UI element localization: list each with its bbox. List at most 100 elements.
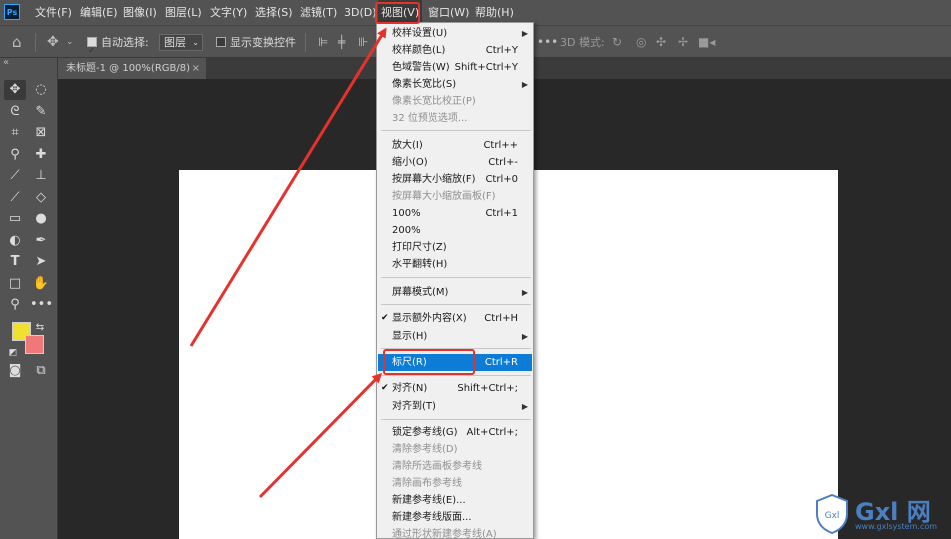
default-colors-icon[interactable]: ◩ [6, 343, 20, 363]
crop-tool-icon[interactable]: ⌗ [4, 123, 26, 143]
layer-dropdown-value: 图层 [164, 36, 186, 49]
menu-item-lock-guides[interactable]: 锁定参考线(G) Alt+Ctrl+; [378, 424, 532, 441]
menu-item-zoom-in[interactable]: 放大(I) Ctrl++ [378, 137, 532, 154]
menu-select[interactable]: 选择(S) [255, 0, 293, 25]
menu-item-200-percent[interactable]: 200% [378, 222, 532, 239]
tools-panel: « ✥ ◌ ᘓ ✎ ⌗ ⊠ ⚲ ✚ ⟋ ⊥ ⟋ ◇ ▭ ● ◐ ✒ T ➤ □ … [0, 58, 58, 539]
menu-item-pixel-aspect-correction: 像素长宽比校正(P) [392, 96, 476, 107]
menu-item-proof-setup[interactable]: 校样设置(U) ▶ [378, 25, 532, 42]
menu-image[interactable]: 图像(I) [123, 0, 157, 25]
screen-mode-icon[interactable]: ⧉ [30, 361, 52, 381]
type-tool-icon[interactable]: T [4, 252, 26, 272]
quick-mask-icon[interactable]: ◙ [4, 361, 26, 381]
menu-item-show[interactable]: 显示(H) ▶ [378, 328, 532, 345]
menu-item-fit-on-screen[interactable]: 按屏幕大小缩放(F) Ctrl+0 [378, 171, 532, 188]
menu-item-32bit-preview: 32 位预览选项... [392, 113, 468, 124]
menu-item-clear-canvas-guides: 清除画布参考线 [392, 478, 462, 489]
photoshop-logo: Ps [4, 4, 20, 20]
quick-select-tool-icon[interactable]: ✎ [30, 102, 52, 122]
menu-item-100-percent[interactable]: 100% Ctrl+1 [378, 205, 532, 222]
menu-item-new-guide[interactable]: 新建参考线(E)... [378, 492, 532, 509]
menu-item-pixel-aspect-ratio[interactable]: 像素长宽比(S) ▶ [378, 76, 532, 93]
blur-tool-icon[interactable]: ● [30, 209, 52, 229]
svg-text:Gxl: Gxl [825, 511, 840, 521]
healing-brush-tool-icon[interactable]: ✚ [30, 145, 52, 165]
align-left-icon[interactable]: ⊫ [318, 26, 328, 59]
menu-layer[interactable]: 图层(L) [165, 0, 202, 25]
lasso-tool-icon[interactable]: ᘓ [4, 102, 26, 122]
3d-orbit-icon[interactable]: ↻ [612, 26, 622, 59]
shield-logo-icon: Gxl [816, 494, 848, 534]
hand-tool-icon[interactable]: ✋ [30, 274, 52, 294]
pen-tool-icon[interactable]: ✒ [30, 231, 52, 251]
auto-select-checkbox[interactable]: 自动选择: [87, 26, 149, 68]
marquee-tool-icon[interactable]: ◌ [30, 80, 52, 100]
menu-item-zoom-out[interactable]: 缩小(O) Ctrl+- [378, 154, 532, 171]
checkmark-icon: ✔ [381, 383, 389, 393]
menu-item-gamut-warning[interactable]: 色域警告(W) Shift+Ctrl+Y [378, 59, 532, 76]
3d-roll-icon[interactable]: ◎ [636, 26, 646, 59]
menu-separator [381, 304, 531, 305]
frame-tool-icon[interactable]: ⊠ [30, 123, 52, 143]
show-transform-checkbox[interactable]: 显示变换控件 [216, 26, 296, 59]
move-tool-icon[interactable]: ✥ [47, 26, 59, 59]
3d-slide-icon[interactable]: ✢ [678, 26, 688, 59]
menu-3d[interactable]: 3D(D) [344, 0, 377, 25]
checkmark-icon: ✔ [381, 313, 389, 323]
3d-mode-label: 3D 模式: [560, 36, 605, 49]
eraser-tool-icon[interactable]: ◇ [30, 188, 52, 208]
brush-tool-icon[interactable]: ⟋ [4, 166, 26, 186]
divider [35, 33, 36, 52]
eyedropper-tool-icon[interactable]: ⚲ [4, 145, 26, 165]
menu-item-screen-mode[interactable]: 屏幕模式(M) ▶ [378, 284, 532, 301]
path-select-tool-icon[interactable]: ➤ [30, 252, 52, 272]
align-right-icon[interactable]: ⊪ [358, 26, 368, 59]
collapse-icon[interactable]: « [3, 58, 9, 68]
menu-item-new-guide-layout[interactable]: 新建参考线版面... [378, 509, 532, 526]
menu-item-guides-from-shape: 通过形状新建参考线(A) [392, 529, 497, 539]
align-center-icon[interactable]: ╪ [338, 26, 345, 59]
menu-item-proof-colors[interactable]: 校样颜色(L) Ctrl+Y [378, 42, 532, 59]
checkbox-checked-icon [87, 35, 97, 68]
document-tab-title: 未标题-1 @ 100%(RGB/8) [66, 63, 191, 74]
menu-edit[interactable]: 编辑(E) [80, 0, 118, 25]
annotation-box-view-menu [375, 2, 420, 24]
history-brush-tool-icon[interactable]: ⟋ [4, 188, 26, 208]
watermark-url: www.gxlsystem.com [855, 522, 938, 531]
menu-item-snap[interactable]: ✔ 对齐(N) Shift+Ctrl+; [378, 380, 532, 397]
3d-pan-icon[interactable]: ✣ [656, 26, 666, 59]
3d-camera-icon[interactable]: ■◂ [698, 26, 715, 59]
more-options-icon[interactable]: ••• [537, 26, 558, 59]
submenu-arrow-icon: ▶ [521, 80, 528, 89]
menu-item-print-size[interactable]: 打印尺寸(Z) [378, 239, 532, 256]
chevron-down-icon: ⌄ [192, 38, 199, 47]
submenu-arrow-icon: ▶ [521, 332, 528, 341]
more-tools-icon[interactable]: ••• [30, 295, 53, 315]
view-menu-dropdown: 校样设置(U) ▶ 校样颜色(L) Ctrl+Y 色域警告(W) Shift+Ctrl… [376, 22, 534, 539]
stamp-tool-icon[interactable]: ⊥ [30, 166, 52, 186]
menu-type[interactable]: 文字(Y) [210, 0, 247, 25]
gradient-tool-icon[interactable]: ▭ [4, 209, 26, 229]
menu-item-clear-guides: 清除参考线(D) [392, 444, 458, 455]
close-icon[interactable]: × [192, 58, 200, 79]
submenu-arrow-icon: ▶ [521, 288, 528, 297]
zoom-tool-icon[interactable]: ⚲ [4, 295, 26, 315]
annotation-box-rulers [383, 349, 475, 375]
move-tool-icon[interactable]: ✥ [4, 80, 26, 100]
layer-dropdown[interactable]: 图层 ⌄ [159, 34, 203, 51]
menu-separator [381, 277, 531, 278]
rectangle-tool-icon[interactable]: □ [4, 274, 26, 294]
menu-filter[interactable]: 滤镜(T) [300, 0, 337, 25]
menu-item-flip-horizontal[interactable]: 水平翻转(H) [378, 256, 532, 273]
home-icon[interactable]: ⌂ [12, 26, 22, 59]
menu-item-snap-to[interactable]: 对齐到(T) ▶ [378, 398, 532, 415]
divider [305, 33, 306, 52]
document-tab[interactable]: 未标题-1 @ 100%(RGB/8) × [58, 58, 206, 79]
chevron-down-icon[interactable]: ⌄ [66, 26, 74, 59]
dodge-tool-icon[interactable]: ◐ [4, 231, 26, 251]
auto-select-label: 自动选择: [101, 36, 149, 49]
submenu-arrow-icon: ▶ [521, 29, 528, 38]
swap-colors-icon[interactable]: ⇆ [33, 318, 47, 338]
menu-item-extras[interactable]: ✔ 显示额外内容(X) Ctrl+H [378, 310, 532, 327]
menu-file[interactable]: 文件(F) [35, 0, 72, 25]
